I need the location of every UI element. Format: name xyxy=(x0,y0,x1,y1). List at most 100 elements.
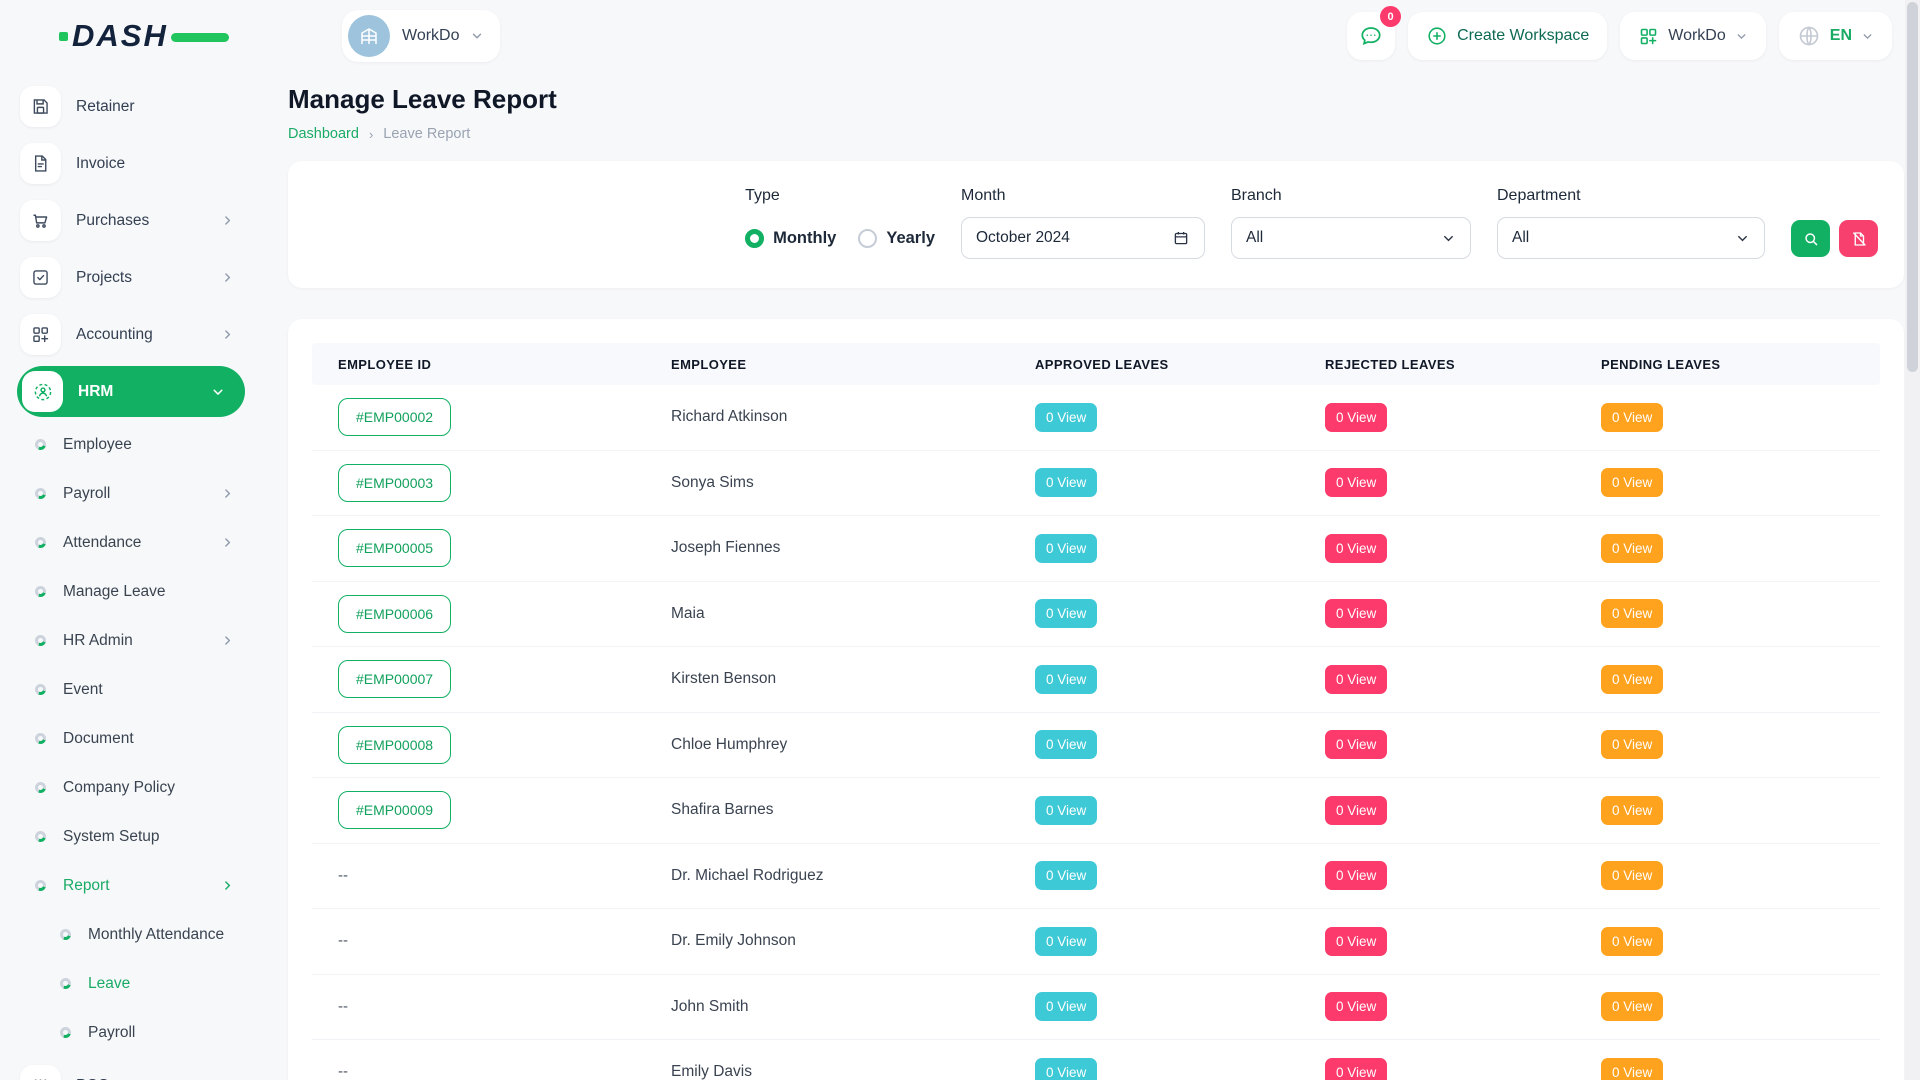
rejected-leaves-badge[interactable]: 0 View xyxy=(1325,730,1387,759)
sidebar-item-projects[interactable]: Projects xyxy=(0,249,262,306)
type-yearly-radio[interactable]: Yearly xyxy=(858,229,935,248)
create-workspace-label: Create Workspace xyxy=(1457,27,1589,45)
department-select[interactable]: All xyxy=(1497,217,1765,259)
approved-leaves-badge[interactable]: 0 View xyxy=(1035,730,1097,759)
sidebar-item-report-payroll[interactable]: Payroll xyxy=(0,1008,262,1057)
month-filter-label: Month xyxy=(961,187,1205,205)
sidebar-item-manage-leave[interactable]: Manage Leave xyxy=(0,567,262,616)
pending-leaves-badge[interactable]: 0 View xyxy=(1601,599,1663,628)
pending-leaves-badge[interactable]: 0 View xyxy=(1601,992,1663,1021)
sidebar-item-hr-admin[interactable]: HR Admin xyxy=(0,616,262,665)
sidebar-item-report-leave[interactable]: Leave xyxy=(0,959,262,1008)
table-row: #EMP00009Shafira Barnes0 View0 View0 Vie… xyxy=(312,778,1880,844)
employee-id-pill[interactable]: #EMP00003 xyxy=(338,464,451,502)
rejected-leaves-badge[interactable]: 0 View xyxy=(1325,992,1387,1021)
table-row: --Dr. Michael Rodriguez0 View0 View0 Vie… xyxy=(312,844,1880,910)
type-monthly-radio[interactable]: Monthly xyxy=(745,229,836,248)
branch-value: All xyxy=(1246,229,1441,247)
sidebar-item-purchases[interactable]: Purchases xyxy=(0,192,262,249)
rejected-leaves-badge[interactable]: 0 View xyxy=(1325,861,1387,890)
approved-leaves-badge[interactable]: 0 View xyxy=(1035,992,1097,1021)
employee-id-empty: -- xyxy=(338,932,348,949)
hrm-icon xyxy=(22,371,63,412)
branch-select[interactable]: All xyxy=(1231,217,1471,259)
workspace-switcher[interactable]: WorkDo xyxy=(1620,12,1766,60)
messages-button[interactable]: 0 xyxy=(1347,12,1395,60)
leave-report-table: EMPLOYEE ID EMPLOYEE APPROVED LEAVES REJ… xyxy=(288,319,1904,1080)
page-scrollbar[interactable] xyxy=(1905,0,1920,1080)
rejected-leaves-badge[interactable]: 0 View xyxy=(1325,534,1387,563)
employee-id-pill[interactable]: #EMP00008 xyxy=(338,726,451,764)
sidebar-item-hrm[interactable]: HRM xyxy=(17,366,245,417)
bullet-icon xyxy=(35,733,46,744)
rejected-leaves-badge[interactable]: 0 View xyxy=(1325,1058,1387,1080)
sidebar-item-document[interactable]: Document xyxy=(0,714,262,763)
breadcrumb-dashboard-link[interactable]: Dashboard xyxy=(288,126,359,142)
sidebar-item-attendance[interactable]: Attendance xyxy=(0,518,262,567)
bullet-icon xyxy=(35,537,46,548)
employee-name: Sonya Sims xyxy=(671,474,1035,492)
workspace-name: WorkDo xyxy=(402,27,460,45)
main-content: Manage Leave Report Dashboard › Leave Re… xyxy=(288,84,1904,1080)
pending-leaves-badge[interactable]: 0 View xyxy=(1601,861,1663,890)
employee-id-pill[interactable]: #EMP00007 xyxy=(338,660,451,698)
employee-id-pill[interactable]: #EMP00005 xyxy=(338,529,451,567)
rejected-leaves-badge[interactable]: 0 View xyxy=(1325,927,1387,956)
approved-leaves-badge[interactable]: 0 View xyxy=(1035,665,1097,694)
search-button[interactable] xyxy=(1791,220,1830,257)
rejected-leaves-badge[interactable]: 0 View xyxy=(1325,403,1387,432)
sidebar-item-payroll[interactable]: Payroll xyxy=(0,469,262,518)
employee-name: Kirsten Benson xyxy=(671,670,1035,688)
workspace-selector[interactable]: WorkDo xyxy=(342,10,500,62)
rejected-leaves-badge[interactable]: 0 View xyxy=(1325,468,1387,497)
sidebar-item-employee[interactable]: Employee xyxy=(0,420,262,469)
sidebar-item-event[interactable]: Event xyxy=(0,665,262,714)
approved-leaves-badge[interactable]: 0 View xyxy=(1035,534,1097,563)
pos-icon xyxy=(20,1065,61,1080)
approved-leaves-badge[interactable]: 0 View xyxy=(1035,403,1097,432)
sidebar-item-system-setup[interactable]: System Setup xyxy=(0,812,262,861)
pending-leaves-badge[interactable]: 0 View xyxy=(1601,468,1663,497)
building-icon xyxy=(348,15,390,57)
sidebar-item-invoice[interactable]: Invoice xyxy=(0,135,262,192)
sidebar: RetainerInvoicePurchasesProjectsAccounti… xyxy=(0,78,262,1080)
pending-leaves-badge[interactable]: 0 View xyxy=(1601,927,1663,956)
employee-id-pill[interactable]: #EMP00009 xyxy=(338,791,451,829)
approved-leaves-badge[interactable]: 0 View xyxy=(1035,468,1097,497)
pending-leaves-badge[interactable]: 0 View xyxy=(1601,730,1663,759)
sidebar-item-label: Document xyxy=(63,730,134,748)
pending-leaves-badge[interactable]: 0 View xyxy=(1601,403,1663,432)
pending-leaves-badge[interactable]: 0 View xyxy=(1601,796,1663,825)
reset-filter-button[interactable] xyxy=(1839,220,1878,257)
approved-leaves-badge[interactable]: 0 View xyxy=(1035,927,1097,956)
scrollbar-thumb[interactable] xyxy=(1907,2,1918,372)
pending-leaves-badge[interactable]: 0 View xyxy=(1601,534,1663,563)
rejected-leaves-badge[interactable]: 0 View xyxy=(1325,665,1387,694)
sidebar-item-pos[interactable]: POS xyxy=(0,1057,262,1080)
approved-leaves-badge[interactable]: 0 View xyxy=(1035,861,1097,890)
create-workspace-button[interactable]: Create Workspace xyxy=(1408,12,1607,60)
employee-id-pill[interactable]: #EMP00002 xyxy=(338,398,451,436)
sidebar-item-retainer[interactable]: Retainer xyxy=(0,78,262,135)
rejected-leaves-badge[interactable]: 0 View xyxy=(1325,599,1387,628)
month-input[interactable]: October 2024 xyxy=(961,217,1205,259)
employee-name: Emily Davis xyxy=(671,1063,1035,1080)
pending-leaves-badge[interactable]: 0 View xyxy=(1601,1058,1663,1080)
department-value: All xyxy=(1512,229,1735,247)
sidebar-item-report[interactable]: Report xyxy=(0,861,262,910)
chevron-down-icon xyxy=(470,29,484,43)
language-selector[interactable]: EN xyxy=(1779,12,1892,60)
sidebar-item-label: Manage Leave xyxy=(63,583,166,601)
approved-leaves-badge[interactable]: 0 View xyxy=(1035,599,1097,628)
rejected-leaves-badge[interactable]: 0 View xyxy=(1325,796,1387,825)
sidebar-item-accounting[interactable]: Accounting xyxy=(0,306,262,363)
approved-leaves-badge[interactable]: 0 View xyxy=(1035,796,1097,825)
sidebar-item-company-policy[interactable]: Company Policy xyxy=(0,763,262,812)
plus-circle-icon xyxy=(1426,25,1448,47)
table-row: #EMP00006Maia0 View0 View0 View xyxy=(312,582,1880,648)
employee-id-pill[interactable]: #EMP00006 xyxy=(338,595,451,633)
bullet-icon xyxy=(35,635,46,646)
sidebar-item-report-monthly-attendance[interactable]: Monthly Attendance xyxy=(0,910,262,959)
approved-leaves-badge[interactable]: 0 View xyxy=(1035,1058,1097,1080)
pending-leaves-badge[interactable]: 0 View xyxy=(1601,665,1663,694)
